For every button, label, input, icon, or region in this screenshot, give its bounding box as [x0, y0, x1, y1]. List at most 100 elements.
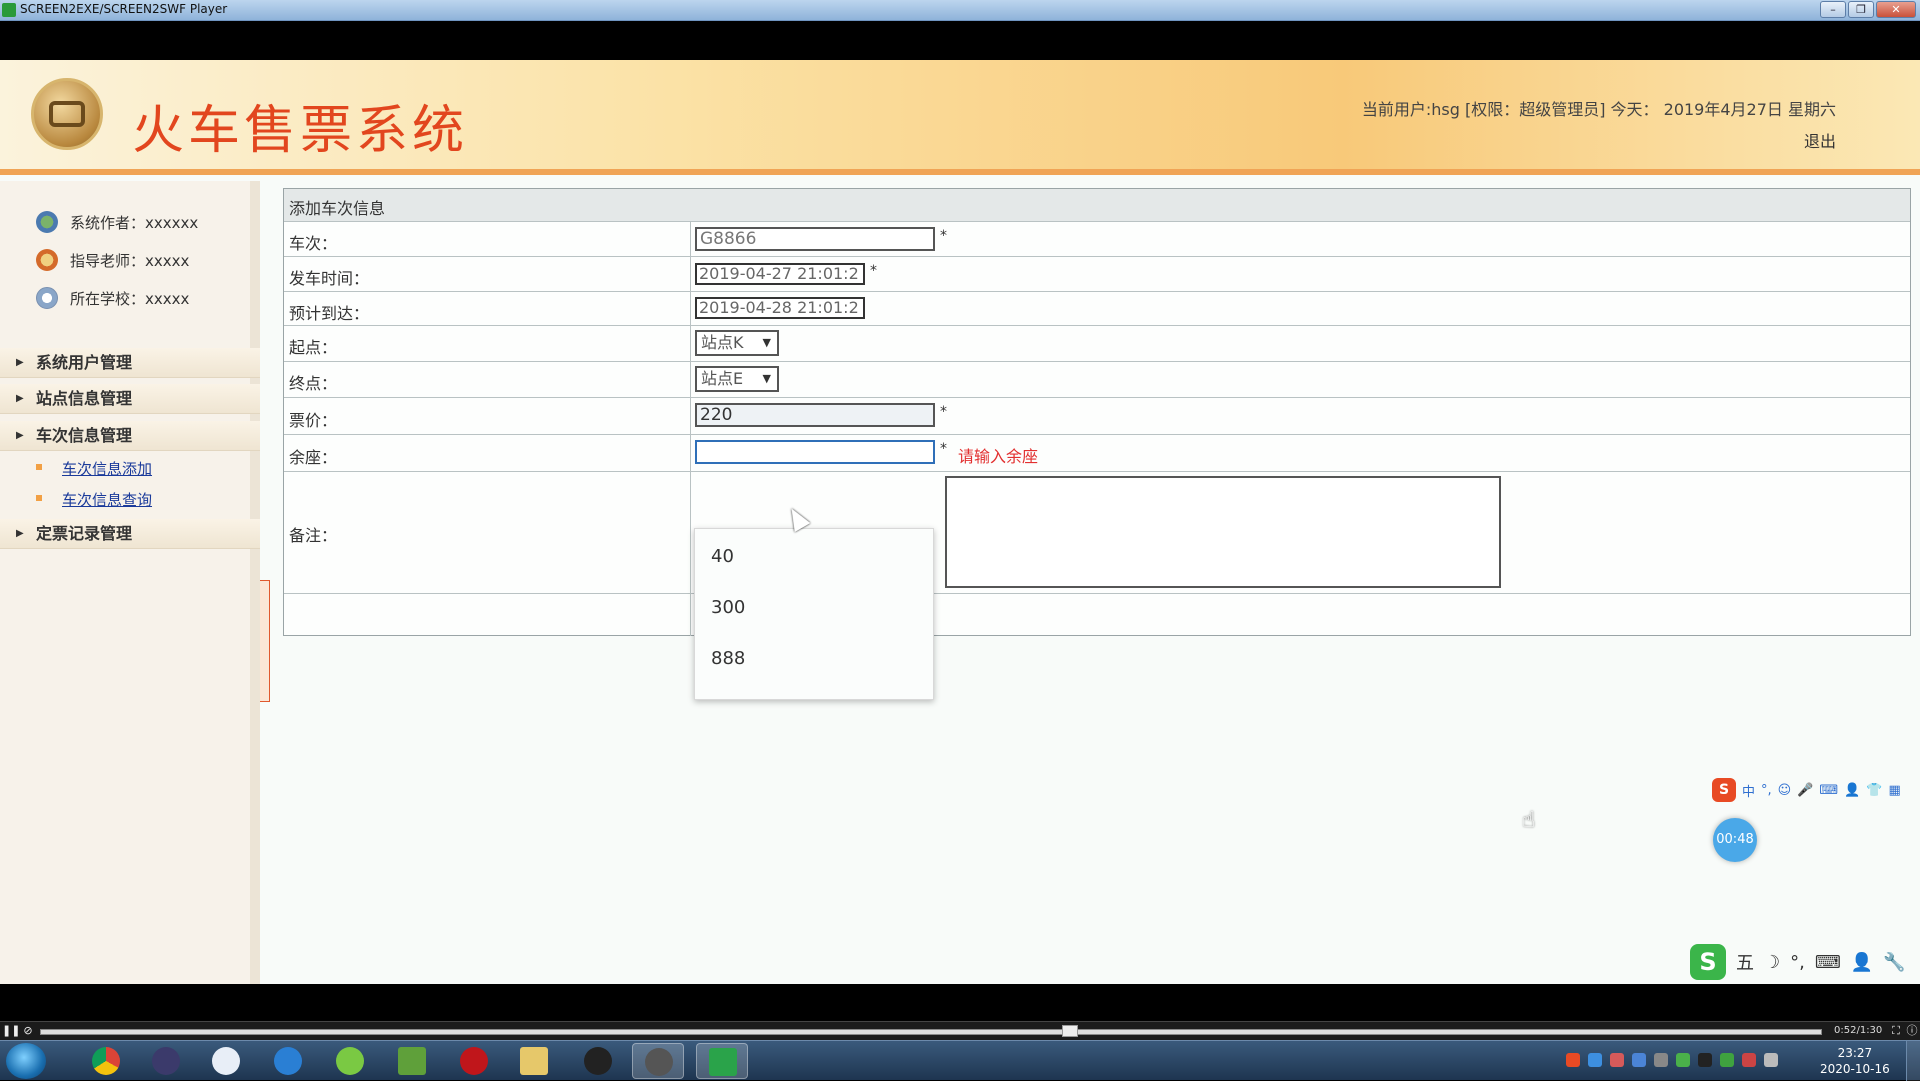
taskbar-eclipse[interactable]	[140, 1043, 192, 1079]
shield-icon[interactable]	[1632, 1053, 1646, 1067]
qq-tray-icon[interactable]	[1698, 1053, 1712, 1067]
network-icon[interactable]	[1720, 1053, 1734, 1067]
tray-app-icon[interactable]	[1588, 1053, 1602, 1067]
sidebar-collapse-handle[interactable]	[260, 580, 270, 702]
logout-link[interactable]: 退出	[1804, 128, 1836, 152]
tray-arrow-icon[interactable]	[1654, 1053, 1668, 1067]
end-station-value: 站点E	[701, 369, 744, 388]
ime-keyboard-icon[interactable]: ⌨	[1815, 952, 1841, 973]
player-control-bar: ❚❚ ⊘ 0:52/1:30 ⛶ ⓘ	[0, 1021, 1920, 1040]
maximize-button[interactable]: ❐	[1848, 1, 1874, 18]
hand-pointer-icon: ☝	[1522, 808, 1536, 833]
pause-icon[interactable]: ❚❚	[2, 1023, 20, 1039]
taskbar-app-leaf[interactable]	[324, 1043, 376, 1079]
ime-settings-icon[interactable]: 🔧	[1883, 952, 1905, 973]
depart-time-input[interactable]: 2019-04-27 21:01:2	[695, 263, 865, 285]
required-mark: *	[940, 404, 947, 420]
train-no-input[interactable]	[695, 227, 935, 251]
sogou-tray-icon[interactable]	[1566, 1053, 1580, 1067]
taskbar-screen-player[interactable]	[696, 1043, 748, 1079]
seats-input[interactable]	[695, 440, 935, 464]
form-caption-row: 添加车次信息	[284, 189, 1910, 222]
taskbar-explorer[interactable]	[508, 1043, 560, 1079]
menu-train-query[interactable]: 车次信息查询	[62, 489, 152, 510]
show-desktop-button[interactable]	[1906, 1041, 1920, 1081]
row-arrive-time: 预计到达： 2019-04-28 21:01:2	[284, 292, 1910, 326]
autocomplete-option[interactable]: 888	[711, 648, 745, 669]
ime-skin-icon[interactable]: 👕	[1866, 783, 1882, 798]
row-end-station: 终点： 站点E ▼	[284, 362, 1910, 398]
row-start-station: 起点： 站点K ▼	[284, 326, 1910, 362]
recording-timer[interactable]: 00:48	[1713, 818, 1757, 862]
required-mark: *	[870, 263, 877, 279]
taskbar-clock[interactable]: 23:27 2020-10-16	[1820, 1045, 1890, 1077]
close-button[interactable]: ✕	[1876, 1, 1916, 18]
ime-halfwidth-icon[interactable]: ☽	[1764, 952, 1780, 973]
seats-error-message: 请输入余座	[958, 447, 1039, 466]
volume-icon[interactable]	[1742, 1053, 1756, 1067]
app-viewport: 火车售票系统 当前用户:hsg [权限：超级管理员] 今天： 2019年4月27…	[0, 60, 1920, 984]
menu-train-add[interactable]: 车次信息添加	[62, 458, 152, 479]
sogou-wubi-icon[interactable]: S	[1690, 944, 1726, 980]
playback-time: 0:52/1:30	[1834, 1025, 1883, 1036]
ime-emoji-icon[interactable]: ☺	[1778, 783, 1792, 798]
required-mark: *	[940, 228, 947, 244]
taskbar-qq[interactable]	[572, 1043, 624, 1079]
price-input[interactable]	[695, 403, 935, 427]
start-station-value: 站点K	[701, 333, 744, 352]
fullscreen-icon[interactable]: ⛶	[1888, 1023, 1904, 1039]
info-author-label: 系统作者：xxxxxx	[70, 213, 199, 232]
end-station-select[interactable]: 站点E ▼	[695, 366, 779, 392]
taskbar-chrome[interactable]	[80, 1043, 132, 1079]
player-app-icon	[2, 3, 16, 17]
dropdown-arrow-icon: ▼	[762, 372, 771, 385]
ime-user-icon[interactable]: 👤	[1851, 952, 1873, 973]
taskbar-app-chart[interactable]	[386, 1043, 438, 1079]
start-button[interactable]	[6, 1043, 46, 1079]
app-header: 火车售票系统 当前用户:hsg [权限：超级管理员] 今天： 2019年4月27…	[0, 60, 1920, 175]
window-title: SCREEN2EXE/SCREEN2SWF Player	[20, 2, 228, 16]
ime-punct-icon[interactable]: °,	[1790, 952, 1805, 973]
menu-station-management[interactable]: ▶ 站点信息管理	[0, 384, 260, 414]
tray-app-icon[interactable]	[1610, 1053, 1624, 1067]
menu-train-management[interactable]: ▶ 车次信息管理	[0, 421, 260, 451]
system-tray	[1566, 1053, 1778, 1067]
action-center-icon[interactable]	[1764, 1053, 1778, 1067]
ime-punct-icon[interactable]: °,	[1761, 783, 1772, 798]
ime-wubi-mode-icon[interactable]: 五	[1736, 949, 1754, 975]
tray-app-icon[interactable]	[1676, 1053, 1690, 1067]
arrive-time-input[interactable]: 2019-04-28 21:01:2	[695, 297, 865, 319]
dropdown-arrow-icon: ▼	[762, 336, 771, 349]
info-school-label: 所在学校：xxxxx	[70, 289, 190, 308]
ime-user-icon[interactable]: 👤	[1844, 783, 1860, 798]
menu-booking-management[interactable]: ▶ 定票记录管理	[0, 519, 260, 549]
ime-voice-icon[interactable]: 🎤	[1797, 783, 1813, 798]
ime-chinese-mode-icon[interactable]: 中	[1742, 781, 1755, 800]
triangle-right-icon: ▶	[16, 528, 24, 539]
author-icon	[36, 211, 58, 233]
sidebar: 系统作者：xxxxxx 指导老师：xxxxx 所在学校：xxxxx ▶ 系统用户…	[0, 181, 260, 984]
menu-user-management[interactable]: ▶ 系统用户管理	[0, 348, 260, 378]
seek-track[interactable]	[40, 1029, 1822, 1035]
info-school: 所在学校：xxxxx	[36, 287, 189, 309]
info-icon[interactable]: ⓘ	[1904, 1023, 1920, 1039]
end-station-label: 终点：	[289, 374, 338, 393]
taskbar-app-avatar[interactable]	[632, 1043, 684, 1079]
row-depart-time: 发车时间： 2019-04-27 21:01:2 *	[284, 257, 1910, 292]
taskbar-app-cloud[interactable]	[200, 1043, 252, 1079]
start-station-select[interactable]: 站点K ▼	[695, 330, 779, 356]
windows-taskbar: 23:27 2020-10-16	[0, 1040, 1920, 1081]
taskbar-browser[interactable]	[262, 1043, 314, 1079]
autocomplete-option[interactable]: 300	[711, 597, 745, 618]
ime-menu-icon[interactable]: ▦	[1889, 783, 1901, 798]
sogou-ime-icon[interactable]: S	[1712, 778, 1736, 802]
price-label: 票价：	[289, 411, 338, 430]
remark-textarea[interactable]	[945, 476, 1501, 588]
taskbar-flash[interactable]	[448, 1043, 500, 1079]
stop-icon[interactable]: ⊘	[20, 1023, 36, 1039]
ime-keyboard-icon[interactable]: ⌨	[1819, 783, 1838, 798]
seek-thumb[interactable]	[1062, 1025, 1078, 1037]
arrive-time-label: 预计到达：	[289, 304, 370, 323]
autocomplete-option[interactable]: 40	[711, 546, 734, 567]
minimize-button[interactable]: –	[1820, 1, 1846, 18]
